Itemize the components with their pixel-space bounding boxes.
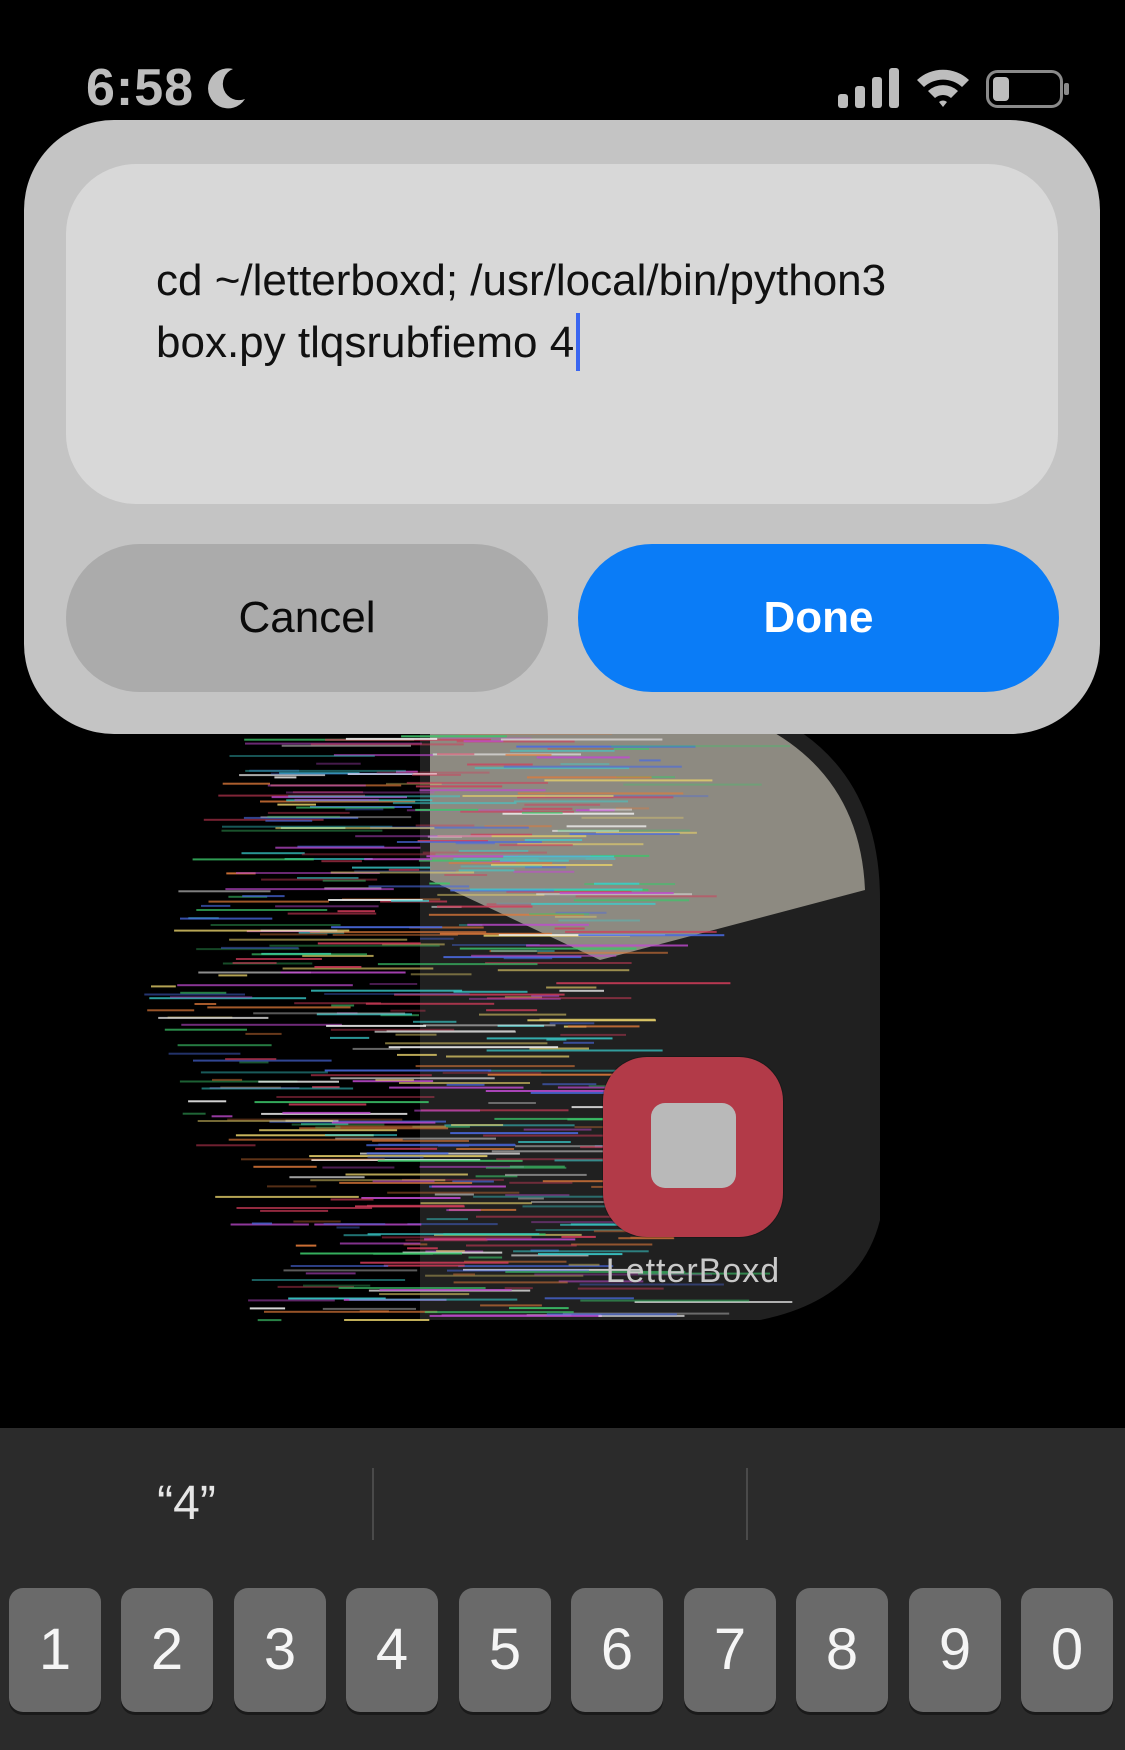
key-9[interactable]: 9 bbox=[909, 1588, 1001, 1712]
stop-icon bbox=[651, 1103, 736, 1188]
suggestion-1[interactable]: “4” bbox=[0, 1468, 373, 1540]
command-dialog: cd ~/letterboxd; /usr/local/bin/python3 … bbox=[24, 120, 1100, 734]
suggestion-3[interactable] bbox=[748, 1468, 1121, 1540]
battery-icon bbox=[986, 70, 1069, 108]
signal-icon bbox=[838, 68, 899, 108]
key-3[interactable]: 3 bbox=[234, 1588, 326, 1712]
moon-icon bbox=[208, 68, 245, 109]
key-0[interactable]: 0 bbox=[1021, 1588, 1113, 1712]
status-time: 6:58 bbox=[86, 59, 195, 117]
command-text-field[interactable]: cd ~/letterboxd; /usr/local/bin/python3 … bbox=[66, 164, 1058, 504]
command-text-line-1: cd ~/letterboxd; /usr/local/bin/python3 bbox=[156, 256, 887, 305]
command-text-line-2: box.py tlqsrubfiemo 4 bbox=[156, 318, 575, 367]
keyboard: “4” 1 2 3 4 5 6 7 8 9 0 bbox=[0, 1428, 1125, 1750]
suggestion-2[interactable] bbox=[374, 1468, 747, 1540]
number-key-row: 1 2 3 4 5 6 7 8 9 0 bbox=[0, 1588, 1125, 1718]
status-bar: 6:58 bbox=[0, 0, 1125, 120]
screen: 6:58 LetterBoxd cd ~/letterboxd; /usr/lo… bbox=[0, 0, 1125, 1750]
wallpaper-image bbox=[144, 710, 880, 1322]
key-4[interactable]: 4 bbox=[346, 1588, 438, 1712]
key-7[interactable]: 7 bbox=[684, 1588, 776, 1712]
key-1[interactable]: 1 bbox=[9, 1588, 101, 1712]
key-6[interactable]: 6 bbox=[571, 1588, 663, 1712]
suggestion-bar: “4” bbox=[0, 1428, 1125, 1578]
letterboxd-app-icon[interactable] bbox=[603, 1057, 783, 1237]
command-text-line-2-wrap: box.py tlqsrubfiemo 4 bbox=[156, 312, 998, 374]
wifi-icon bbox=[917, 69, 969, 107]
done-button[interactable]: Done bbox=[578, 544, 1059, 692]
cancel-button[interactable]: Cancel bbox=[66, 544, 548, 692]
app-label: LetterBoxd bbox=[605, 1252, 781, 1290]
key-2[interactable]: 2 bbox=[121, 1588, 213, 1712]
text-caret bbox=[576, 313, 581, 371]
key-8[interactable]: 8 bbox=[796, 1588, 888, 1712]
key-5[interactable]: 5 bbox=[459, 1588, 551, 1712]
